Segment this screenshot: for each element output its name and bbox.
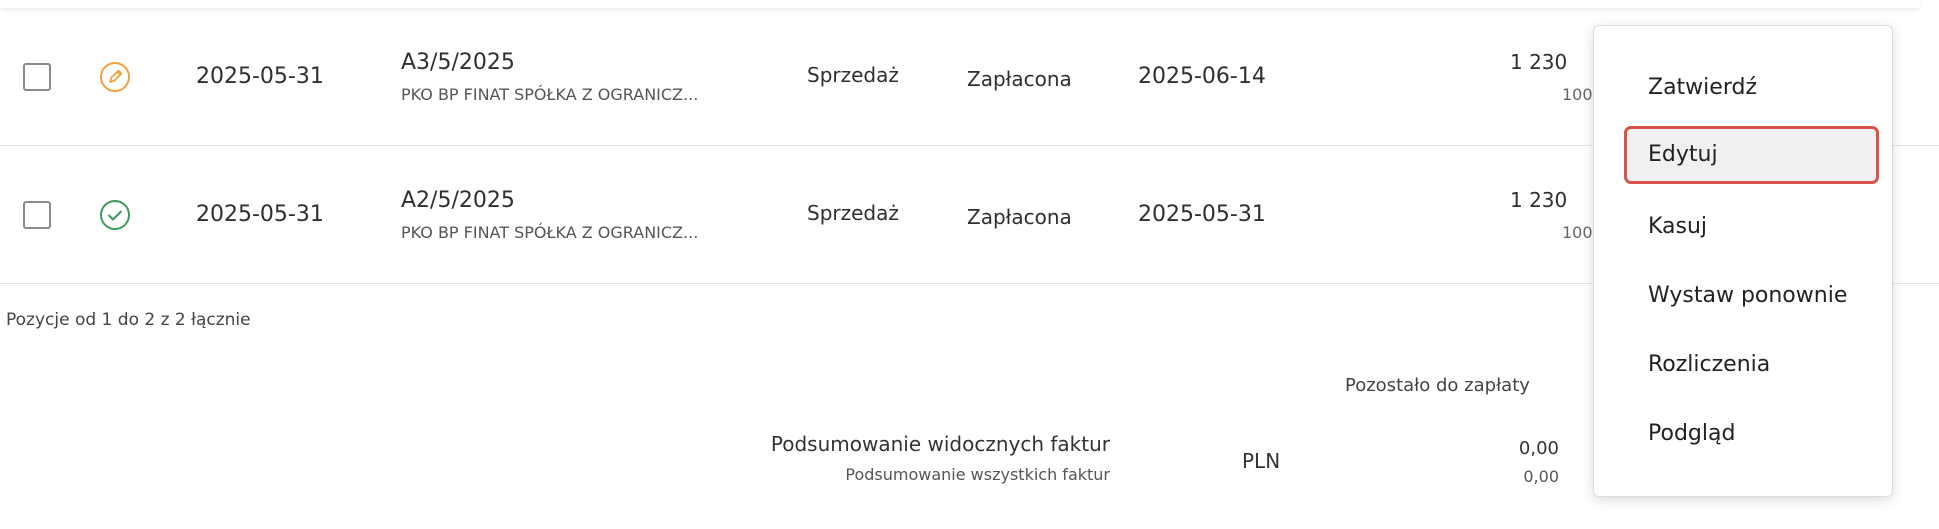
payment-status: Zapłacona (967, 67, 1072, 91)
menu-item-delete[interactable]: Kasuj (1624, 198, 1879, 256)
visible-summary-value: 0,00 (1518, 438, 1559, 459)
invoice-amount: 1 230 (1510, 50, 1568, 74)
menu-item-edit[interactable]: Edytuj (1624, 126, 1879, 184)
edit-pencil-icon (100, 62, 130, 92)
check-circle-icon (100, 200, 130, 230)
remaining-to-pay-header: Pozostało do zapłaty (1345, 375, 1530, 396)
invoice-number[interactable]: A3/5/2025 (401, 50, 515, 75)
all-invoices-summary-label: Podsumowanie wszystkich faktur (845, 465, 1110, 484)
invoice-amount-sub: 100 (1562, 223, 1592, 242)
visible-invoices-summary-label: Podsumowanie widocznych faktur (770, 432, 1110, 456)
row-select-checkbox[interactable] (23, 201, 51, 229)
client-name: PKO BP FINAT SPÓŁKA Z OGRANICZ... (401, 85, 699, 104)
invoice-type: Sprzedaż (807, 63, 899, 87)
menu-item-reissue[interactable]: Wystaw ponownie (1624, 267, 1879, 325)
invoice-date: 2025-05-31 (196, 202, 324, 227)
client-name: PKO BP FINAT SPÓŁKA Z OGRANICZ... (401, 223, 699, 242)
menu-item-approve[interactable]: Zatwierdź (1624, 59, 1879, 117)
invoice-amount: 1 230 (1510, 188, 1568, 212)
due-date: 2025-06-14 (1138, 64, 1266, 89)
menu-item-settlements[interactable]: Rozliczenia (1624, 336, 1879, 394)
pagination-info: Pozycje od 1 do 2 z 2 łącznie (6, 310, 251, 330)
top-header-shadow (0, 0, 1920, 8)
all-summary-value: 0,00 (1523, 467, 1559, 486)
invoice-date: 2025-05-31 (196, 64, 324, 89)
summary-currency: PLN (1242, 449, 1281, 473)
due-date: 2025-05-31 (1138, 202, 1266, 227)
row-select-checkbox[interactable] (23, 63, 51, 91)
row-context-menu: Zatwierdź Edytuj Kasuj Wystaw ponownie R… (1593, 25, 1893, 497)
invoice-number[interactable]: A2/5/2025 (401, 188, 515, 213)
invoice-amount-sub: 100 (1562, 85, 1592, 104)
invoice-type: Sprzedaż (807, 201, 899, 225)
menu-item-preview[interactable]: Podgląd (1624, 405, 1879, 463)
payment-status: Zapłacona (967, 205, 1072, 229)
